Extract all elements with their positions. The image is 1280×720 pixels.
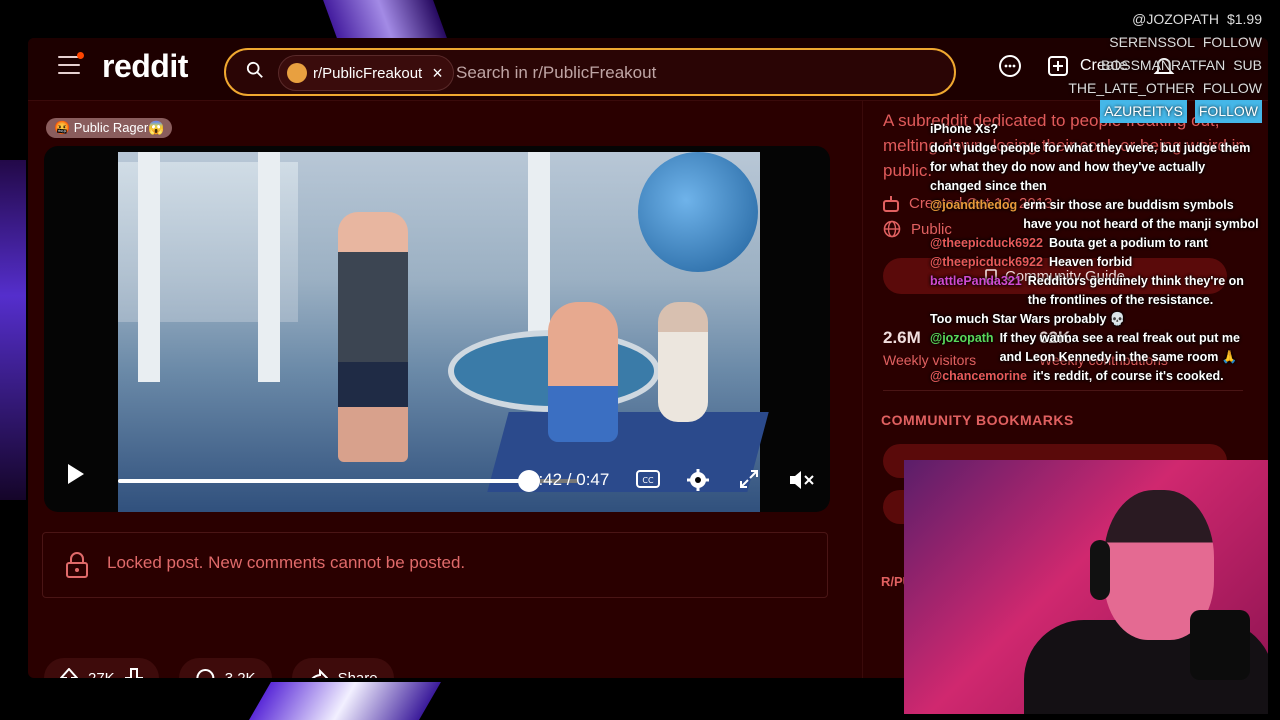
upvote-icon[interactable] — [60, 668, 78, 678]
comment-count: 3.2K — [224, 669, 256, 679]
chat-text: don't judge people for what they were, b… — [930, 141, 1251, 193]
chat-message: @jozopath If they wanna see a real freak … — [930, 329, 1260, 367]
alert-row: SERENSSOL FOLLOW — [1109, 34, 1262, 50]
chat-username: @theepicduck6922 — [930, 236, 1043, 250]
downvote-icon[interactable] — [124, 668, 143, 678]
menu-icon[interactable] — [58, 52, 84, 74]
vote-control: 27K — [44, 658, 159, 678]
sidebar-divider — [883, 390, 1243, 391]
chat-message: iPhone Xs? — [930, 120, 1260, 139]
stream-alerts: @JOZOPATH $1.99 SERENSSOL FOLLOW BOSSMANRA… — [1068, 8, 1262, 123]
chat-text: Redditors genuinely think they're on the… — [1027, 274, 1244, 307]
video-player[interactable]: 0:42 / 0:47 CC — [44, 146, 830, 512]
chat-text: iPhone Xs? — [930, 122, 999, 136]
chat-icon[interactable] — [998, 54, 1022, 78]
chat-text: Bouta get a podium to rant — [1048, 236, 1208, 250]
chat-message: @joandthedog erm sir those are buddism sy… — [930, 196, 1260, 234]
subreddit-avatar — [287, 63, 307, 83]
alert-row: BOSSMANRATFAN SUB — [1101, 57, 1262, 73]
cake-icon — [883, 196, 899, 212]
streamer-webcam — [904, 460, 1268, 714]
video-progress-bar[interactable] — [118, 470, 578, 492]
comment-icon — [196, 668, 214, 678]
alert-row: THE_LATE_OTHER FOLLOW — [1068, 80, 1262, 96]
globe-icon — [883, 220, 901, 238]
search-input[interactable] — [454, 59, 928, 87]
reddit-logo[interactable]: reddit — [102, 48, 188, 85]
search-bar[interactable]: r/PublicFreakout × — [224, 48, 956, 96]
mute-icon[interactable] — [788, 468, 816, 492]
chat-text: If they wanna see a real freak out put m… — [999, 331, 1240, 364]
post-content: 🤬 Public Rager😱 0:42 / 0:47 CC Locked po… — [28, 100, 858, 678]
alert-row: @JOZOPATH $1.99 — [1132, 11, 1262, 27]
locked-post-notice: Locked post. New comments cannot be post… — [42, 532, 828, 598]
chat-username: battlePanda321 — [930, 274, 1022, 288]
svg-text:CC: CC — [642, 476, 654, 485]
chat-message: don't judge people for what they were, b… — [930, 139, 1260, 196]
fullscreen-icon[interactable] — [738, 468, 760, 490]
share-button[interactable]: Share — [291, 658, 394, 679]
share-icon — [311, 668, 328, 678]
search-icon — [246, 61, 263, 78]
subreddit-chip-label: r/PublicFreakout — [313, 64, 423, 82]
post-actions: 27K 3.2K Share — [44, 658, 394, 678]
lock-icon — [66, 552, 88, 578]
comments-button[interactable]: 3.2K — [178, 658, 272, 679]
chat-text: erm sir those are buddism symbols have y… — [1023, 198, 1259, 231]
subreddit-chip[interactable]: r/PublicFreakout × — [278, 55, 454, 91]
chat-username: @jozopath — [930, 331, 994, 345]
video-progress-fill — [118, 479, 530, 483]
settings-gear-icon[interactable] — [686, 468, 710, 492]
chat-text: it's reddit, of course it's cooked. — [1032, 369, 1224, 383]
create-icon[interactable] — [1046, 54, 1070, 78]
chat-message: Too much Star Wars probably 💀 — [930, 310, 1260, 329]
captions-icon[interactable]: CC — [636, 470, 660, 488]
post-flair[interactable]: 🤬 Public Rager😱 — [46, 118, 173, 138]
chat-text: Too much Star Wars probably 💀 — [930, 312, 1126, 326]
stream-chat: iPhone Xs? don't judge people for what th… — [930, 120, 1260, 386]
chat-text: Heaven forbid — [1048, 255, 1133, 269]
video-frame — [118, 152, 769, 512]
vote-count: 27K — [88, 669, 115, 679]
glitch-overlay-top — [323, 0, 447, 38]
chat-message: battlePanda321 Redditors genuinely think … — [930, 272, 1260, 310]
chat-message: @theepicduck6922 Bouta get a podium to ra… — [930, 234, 1260, 253]
close-icon[interactable]: × — [432, 63, 443, 84]
locked-post-text: Locked post. New comments cannot be post… — [107, 553, 466, 572]
weekly-visitors-value: 2.6M — [883, 328, 921, 347]
play-icon[interactable] — [66, 462, 86, 486]
chat-username: @theepicduck6922 — [930, 255, 1043, 269]
community-bookmarks-title: COMMUNITY BOOKMARKS — [881, 412, 1074, 428]
chat-message: @chancemorine it's reddit, of course it's… — [930, 367, 1260, 386]
share-label: Share — [337, 669, 378, 679]
chat-username: @joandthedog — [930, 198, 1018, 212]
chat-username: @chancemorine — [930, 369, 1027, 383]
chat-message: @theepicduck6922 Heaven forbid — [930, 253, 1260, 272]
video-time: 0:42 / 0:47 — [529, 470, 610, 489]
glitch-overlay-left — [0, 160, 26, 500]
glitch-overlay-bottom — [249, 682, 441, 720]
